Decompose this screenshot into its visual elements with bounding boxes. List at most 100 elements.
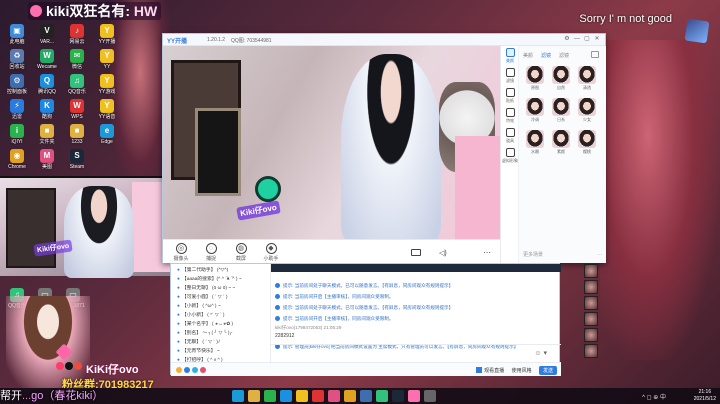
scene-label[interactable]: 更多场景 [523,251,543,258]
chat-user-entry[interactable]: ● 【元宵节快乐】 ~ [177,347,270,356]
desktop-icon[interactable]: ✉ 微信 [62,49,92,77]
yy-titlebar[interactable]: YY开播 1.20.1.2 QQ图: 703544981 ⚙ — ▢ ✕ [163,34,605,46]
desktop-icon[interactable]: W WPS [62,99,92,127]
chat-user-entry[interactable]: ● 【aaaa的搜索】(^ ^ ͡ ᴥ ͡ ^ ) ~ [177,275,270,284]
tab-beauty[interactable]: 美颜 [523,53,533,59]
more-icon[interactable]: ⋯ [483,248,491,257]
panel-expand-icon[interactable] [591,51,599,58]
video-camera-icon[interactable] [411,249,421,256]
chat-user-entry[interactable]: ● 【某个名字】 ( ◕ ᴗ ◕✿ ) [177,320,270,329]
tray-icons[interactable]: ^ ◻ ⊕ 中 [642,392,666,401]
chat-user-entry[interactable]: ● 【小小新】 ( *´ ▽ ` ) [177,311,270,320]
volume-icon[interactable]: ◁) [439,249,447,257]
desktop-icon[interactable]: ♫QQ音乐 [62,74,92,102]
filter-option[interactable]: 冷调 [523,98,547,127]
desktop-icon[interactable]: Y YY [92,49,122,77]
desktop-icon[interactable]: ⚙ 控制面板 [2,74,32,102]
qq-taskbar-icon[interactable] [280,390,292,402]
desktop-icon[interactable]: Y YY语音 [92,99,122,127]
side-nav-item[interactable]: 贴纸 [501,86,519,106]
desktop-icon[interactable]: ◉ Chrome [2,149,32,177]
capture-button[interactable]: ◌ 捕捉 [199,243,223,263]
desktop-icon[interactable]: K 酷狗 [32,99,62,127]
desktop-icon[interactable]: M 美图 [32,149,62,177]
filter-option[interactable]: 少女 [575,98,599,127]
desktop-icon[interactable]: V VAR... [32,24,62,52]
settings-taskbar-icon[interactable] [360,390,372,402]
desktop-icon[interactable]: e Edge [92,124,122,152]
side-nav-item[interactable]: 特效 [501,106,519,126]
heart-icon[interactable] [200,367,206,373]
viewer-thumb[interactable] [584,280,598,294]
viewer-thumb[interactable] [584,312,598,326]
wallpaper-figure [600,40,720,360]
chrome-taskbar-icon[interactable] [344,390,356,402]
folder-taskbar-icon[interactable] [248,390,260,402]
maximize-button[interactable]: ▢ [582,35,592,44]
wechat-taskbar-icon[interactable] [264,390,276,402]
viewer-thumb[interactable] [584,328,598,342]
tab-filter[interactable]: 滤镜 [541,53,551,59]
desktop-icon[interactable]: ⚡ 迅雷 [2,99,32,127]
minimize-button[interactable]: — [572,35,582,44]
filter-option[interactable]: 素颜 [549,130,573,159]
desktop-icon[interactable]: i iQIYI [2,124,32,152]
filter-option[interactable]: 自然 [549,66,573,95]
desktop-icon[interactable]: ■ 文件夹 [32,124,62,152]
close-button[interactable]: ✕ [592,35,602,44]
desktop-icon[interactable]: ♪ 网易云 [62,24,92,52]
desktop-icon[interactable]: W Wecame [32,49,62,77]
desktop-icon[interactable]: Y YY开播 [92,24,122,52]
watch-checkbox[interactable] [476,367,483,373]
desktop-icon[interactable]: ■ 1233 [62,124,92,152]
side-nav-item[interactable]: 虚拟形象 [501,146,519,166]
obs-taskbar-icon[interactable] [408,390,420,402]
camera-taskbar-icon[interactable] [328,390,340,402]
assistant-button[interactable]: ◆ 小助手 [259,243,283,263]
viewer-thumb[interactable] [584,264,598,278]
send-button[interactable]: 发送 [538,366,557,375]
viewer-thumb[interactable] [584,344,598,358]
chat-user-entry[interactable]: ● 【别名】 ～ ╮( ╯ ▽ ╰ )╭ [177,329,270,338]
screenshot-button[interactable]: ◍ 截屏 [229,243,253,263]
style-label[interactable]: 使用风格 [512,368,532,374]
edge-taskbar-icon[interactable] [232,390,244,402]
chat-input[interactable]: ☺ ▾ [271,344,561,362]
filter-option[interactable]: 原图 [523,66,547,95]
desktop-icon[interactable]: Q 腾讯QQ [32,74,62,102]
scene-more[interactable]: ... [598,251,602,257]
filter-option[interactable]: 清透 [575,66,599,95]
gift-icon[interactable] [176,367,182,373]
music-icon[interactable] [192,367,198,373]
chat-user-entry[interactable]: ● 【第二代助手】 (^▽^) [177,266,270,275]
side-nav-item[interactable]: 滤镜 [501,66,519,86]
side-nav-icon [505,108,515,117]
filter-option[interactable]: 日系 [549,98,573,127]
settings-icon[interactable]: ⚙ [562,35,572,44]
desktop-icon[interactable]: S Steam [62,149,92,177]
desktop-icon[interactable]: Y YY游戏 [92,74,122,102]
yy-taskbar-icon[interactable] [296,390,308,402]
chat-user-entry[interactable]: ● 【无聊】 ( ´ ▽ ` )ﾉ [177,338,270,347]
steam-taskbar-icon[interactable] [392,390,404,402]
tab-filter-2[interactable]: 滤镜 [559,53,569,59]
filter-option[interactable]: 水嫩 [523,130,547,159]
emoji-icon[interactable]: ☺ ▾ [534,349,547,357]
desktop-icon[interactable]: ♻ 回收站 [2,49,32,77]
chat-user-entry[interactable]: ● 【可爱小鹿】 ( ´ ▽ ` ) [177,293,270,302]
filter-label: 水嫩 [531,149,539,154]
share-icon[interactable] [184,367,190,373]
camera-button[interactable]: ◎ 摄像头 [169,243,193,263]
side-nav-item[interactable]: 道具 [501,126,519,146]
side-nav-item[interactable]: 美颜 [501,46,519,66]
chat-user-entry[interactable]: ● 【小新】 ( ^ω^ ) ~ [177,302,270,311]
live-preview[interactable]: Kiki仔ovo [163,46,500,239]
clock[interactable]: 21:16 2021/5/12 [694,389,716,403]
music-taskbar-icon[interactable] [312,390,324,402]
filter-option[interactable]: 樱桃 [575,130,599,159]
desktop-icon[interactable]: ▣ 此电脑 [2,24,32,52]
viewer-thumb[interactable] [584,296,598,310]
qqmusic-taskbar-icon[interactable] [376,390,388,402]
chat-user-entry[interactable]: ● 【整日无聊】 (ō ω ō) ~ ~ [177,284,270,293]
explorer-taskbar-icon[interactable] [424,390,436,402]
